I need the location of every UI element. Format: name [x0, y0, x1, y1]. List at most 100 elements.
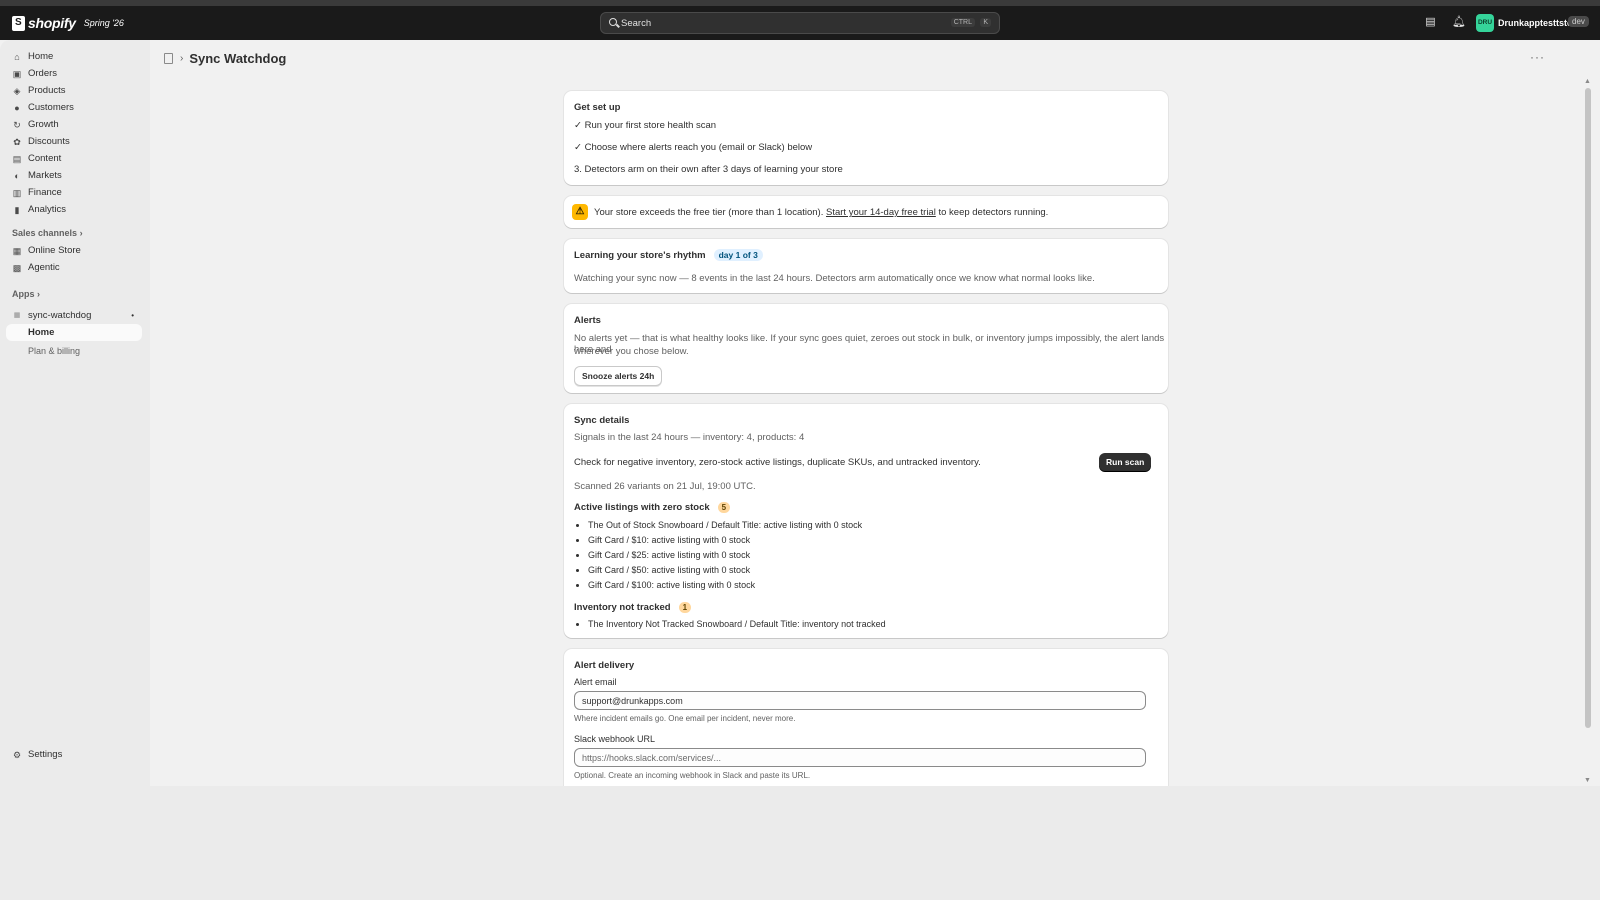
- list-item: Gift Card / $100: active listing with 0 …: [588, 578, 862, 593]
- sidebar-item-label: Growth: [28, 119, 59, 130]
- sidebar-item-markets[interactable]: ◐ Markets: [6, 167, 142, 184]
- growth-icon: ↻: [13, 119, 21, 130]
- email-label: Alert email: [574, 677, 617, 687]
- store-icon[interactable]: ▤: [1425, 17, 1436, 28]
- scroll-down-icon[interactable]: ▼: [1584, 777, 1591, 784]
- apps-label: Apps: [12, 289, 35, 299]
- count-badge: 1: [678, 602, 692, 613]
- sidebar-item-orders[interactable]: ▣ Orders: [6, 65, 142, 82]
- sidebar-item-label: Home: [28, 51, 54, 62]
- scrollbar-thumb[interactable]: [1585, 88, 1591, 728]
- gear-icon: ⚙: [12, 749, 22, 760]
- pin-icon[interactable]: •: [131, 311, 134, 320]
- start-trial-link[interactable]: Start your 14-day free trial: [826, 207, 936, 218]
- snooze-button[interactable]: Snooze alerts 24h: [574, 366, 663, 386]
- sidebar-item-home[interactable]: ⌂ Home: [6, 48, 142, 65]
- alerts-body-line2: wherever you chose below.: [574, 346, 689, 357]
- setup-step: 3. Detectors arm on their own after 3 da…: [574, 164, 843, 175]
- sidebar-item-content[interactable]: ▤ Content: [6, 150, 142, 167]
- setup-step: ✓ Choose where alerts reach you (email o…: [574, 142, 813, 153]
- shortcut-k: K: [980, 18, 991, 27]
- store-icon: ▦: [12, 245, 22, 256]
- sidebar-item-app-home[interactable]: Home: [6, 324, 142, 341]
- app-icon: ▦: [13, 311, 21, 319]
- sidebar-item-growth[interactable]: ↻ Growth: [6, 116, 142, 133]
- page-icon[interactable]: [164, 53, 173, 64]
- alerts-card: Alerts No alerts yet — that is what heal…: [564, 304, 1168, 393]
- list-item: The Out of Stock Snowboard / Default Tit…: [588, 518, 862, 533]
- sales-channels-heading[interactable]: Sales channels ›: [12, 228, 83, 238]
- banner-text-before: Your store exceeds the free tier (more t…: [594, 207, 824, 218]
- banner-text-after: to keep detectors running.: [938, 207, 1049, 218]
- more-actions-icon[interactable]: ···: [1530, 50, 1545, 64]
- run-scan-button[interactable]: Run scan: [1099, 453, 1152, 471]
- top-bar: shopify Spring '26 Search CTRL K ▤ 🔔︎ DR…: [0, 6, 1600, 40]
- sidebar-item-label: Markets: [28, 170, 62, 181]
- chevron-right-icon: ›: [37, 289, 41, 299]
- sidebar-item-label: Content: [28, 153, 62, 164]
- agentic-icon: ▩: [12, 262, 22, 273]
- alert-delivery-card: Alert delivery Alert email support@drunk…: [564, 649, 1168, 786]
- sidebar-item-label: Orders: [28, 68, 58, 79]
- group-title: Active listings with zero stock: [574, 502, 710, 513]
- learning-card: Learning your store's rhythm day 1 of 3 W…: [564, 239, 1168, 293]
- sync-scanned: Scanned 26 variants on 21 Jul, 19:00 UTC…: [574, 481, 756, 492]
- sync-details-card: Sync details Signals in the last 24 hour…: [564, 404, 1168, 638]
- sidebar-item-discounts[interactable]: ✿ Discounts: [6, 133, 142, 150]
- sidebar-item-analytics[interactable]: ▮ Analytics: [6, 201, 142, 218]
- content-icon: ▤: [12, 153, 22, 164]
- sidebar-item-finance[interactable]: ▥ Finance: [6, 184, 142, 201]
- main-content: › Sync Watchdog ··· Get set up ✓ Run you…: [150, 40, 1585, 786]
- warning-icon: ⚠: [572, 204, 588, 220]
- sidebar-item-agentic[interactable]: ▩ Agentic: [6, 259, 142, 276]
- email-field[interactable]: support@drunkapps.com: [574, 691, 1146, 710]
- apps-heading[interactable]: Apps ›: [12, 289, 40, 299]
- sidebar-item-customers[interactable]: ● Customers: [6, 99, 142, 116]
- chevron-right-icon: ›: [180, 53, 184, 64]
- free-tier-banner: ⚠ Your store exceeds the free tier (more…: [564, 196, 1168, 228]
- sidebar-item-label: Finance: [28, 187, 62, 198]
- page-title: Sync Watchdog: [189, 51, 287, 66]
- setup-card: Get set up ✓ Run your first store health…: [564, 91, 1168, 185]
- sync-check-description: Check for negative inventory, zero-stock…: [574, 457, 981, 468]
- slack-webhook-field[interactable]: https://hooks.slack.com/services/...: [574, 748, 1146, 767]
- learning-title-row: Learning your store's rhythm day 1 of 3: [574, 249, 763, 261]
- slack-help: Optional. Create an incoming webhook in …: [574, 771, 811, 780]
- home-icon: ⌂: [14, 51, 20, 62]
- shortcut-ctrl: CTRL: [950, 18, 975, 27]
- learning-title: Learning your store's rhythm: [574, 250, 706, 261]
- scroll-up-icon[interactable]: ▲: [1584, 78, 1591, 85]
- season-label: Spring '26: [83, 18, 124, 28]
- sidebar-item-settings[interactable]: ⚙ Settings: [6, 746, 142, 763]
- avatar[interactable]: DRU: [1476, 14, 1494, 32]
- sidebar: ⌂ Home ▣ Orders ◈ Products ● Customers ↻ Grow…: [0, 40, 150, 786]
- scrollbar[interactable]: ▲ ▼: [1582, 40, 1594, 786]
- alerts-title: Alerts: [574, 315, 601, 326]
- untracked-list: The Inventory Not Tracked Snowboard / De…: [574, 617, 886, 632]
- globe-icon: ◐: [14, 170, 20, 181]
- list-item: The Inventory Not Tracked Snowboard / De…: [588, 617, 886, 632]
- sales-channels-label: Sales channels: [12, 228, 78, 238]
- orders-icon: ▣: [12, 68, 22, 79]
- shopify-logo[interactable]: shopify Spring '26: [12, 15, 124, 31]
- brand-wordmark: shopify: [28, 15, 76, 31]
- search-icon: [609, 18, 617, 26]
- shopify-bag-icon: [12, 15, 25, 31]
- sidebar-item-products[interactable]: ◈ Products: [6, 82, 142, 99]
- app-window: shopify Spring '26 Search CTRL K ▤ 🔔︎ DR…: [0, 0, 1600, 786]
- bell-icon[interactable]: 🔔︎: [1452, 17, 1466, 28]
- sync-title: Sync details: [574, 415, 630, 426]
- status-badge: day 1 of 3: [713, 249, 763, 261]
- sidebar-item-sync-watchdog[interactable]: ▦ sync-watchdog •: [6, 307, 142, 324]
- search-bar[interactable]: Search CTRL K: [600, 12, 1000, 34]
- email-help: Where incident emails go. One email per …: [574, 714, 796, 723]
- sidebar-item-online-store[interactable]: ▦ Online Store: [6, 242, 142, 259]
- sync-signals: Signals in the last 24 hours — inventory…: [574, 432, 805, 443]
- zero-stock-list: The Out of Stock Snowboard / Default Tit…: [574, 518, 862, 593]
- chevron-right-icon: ›: [79, 228, 83, 238]
- breadcrumb: › Sync Watchdog: [164, 51, 286, 66]
- bank-icon: ▥: [12, 187, 22, 198]
- sidebar-item-label: Discounts: [28, 136, 70, 147]
- sidebar-item-label: Settings: [28, 749, 63, 760]
- sidebar-item-plan-billing[interactable]: Plan & billing: [28, 346, 80, 356]
